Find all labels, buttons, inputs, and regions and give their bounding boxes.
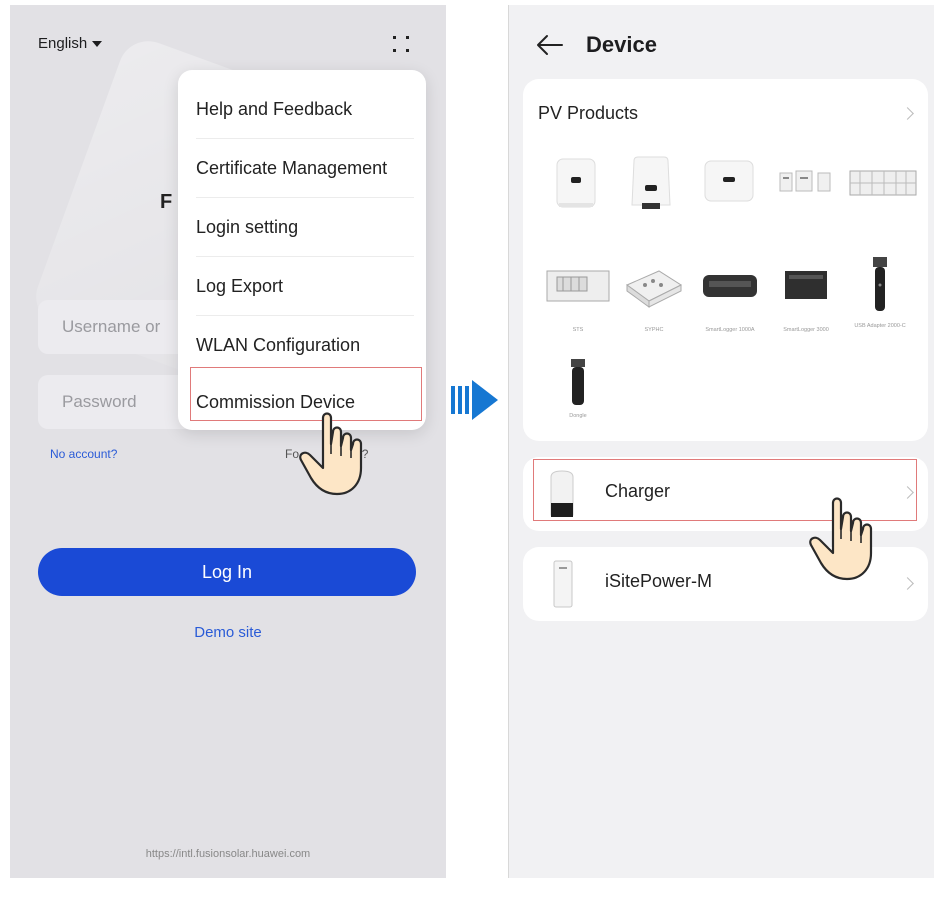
usb-adapter-icon [873, 257, 887, 311]
no-account-link[interactable]: No account? [50, 447, 117, 461]
smartlogger-icon [785, 271, 827, 299]
product-inverter-1[interactable] [551, 155, 621, 235]
menu-item-certificate-management[interactable]: Certificate Management [196, 139, 416, 197]
product-inverter-2[interactable] [626, 155, 696, 235]
demo-site-link[interactable]: Demo site [10, 624, 446, 641]
product-inverter-3[interactable] [701, 155, 771, 235]
row-label: iSitePower-M [605, 571, 713, 591]
login-button[interactable]: Log In [38, 548, 416, 596]
product-dongle[interactable]: Dongle [543, 355, 613, 435]
product-label: Dongle [569, 413, 587, 419]
app-title: F [160, 191, 173, 213]
back-arrow-icon[interactable] [535, 33, 565, 57]
cabinet-icon [849, 170, 917, 196]
chevron-right-icon[interactable] [901, 107, 914, 120]
pv-products-title: PV Products [538, 103, 639, 123]
scan-icon[interactable] [392, 35, 410, 53]
menu-item-label: Help and Feedback [196, 98, 353, 119]
device-screen: Device PV Products STS SYPHC SmartLogger… [508, 5, 934, 878]
page-title: Device [586, 32, 657, 57]
product-label: SYPHC [644, 327, 664, 333]
language-selector[interactable]: English [38, 35, 103, 52]
product-smartlogger-1000a[interactable]: SmartLogger 1000A [695, 261, 765, 341]
menu-item-label: Log Export [196, 275, 284, 296]
login-screen: English F Username or Password No accoun… [10, 5, 446, 878]
dongle-icon [571, 359, 585, 405]
optimizer-icon [779, 170, 831, 192]
isitepower-icon [553, 560, 573, 608]
menu-item-label: Certificate Management [196, 157, 388, 178]
language-label: English [38, 35, 88, 52]
inverter-icon [704, 160, 754, 202]
product-sts[interactable]: STS [543, 261, 613, 341]
pv-products-card: PV Products STS SYPHC SmartLogger 1000A … [523, 79, 928, 441]
product-battery-cabinet[interactable] [848, 155, 918, 235]
menu-item-help-feedback[interactable]: Help and Feedback [196, 80, 416, 138]
inverter-icon [556, 158, 596, 208]
caret-down-icon [92, 40, 103, 47]
username-placeholder: Username or [62, 317, 161, 336]
menu-item-label: Login setting [196, 216, 299, 237]
product-usb-adapter[interactable]: USB Adapter 2000-C [845, 255, 915, 335]
overflow-menu: Help and Feedback Certificate Management… [178, 70, 426, 430]
transition-arrow-icon [451, 380, 498, 420]
sts-icon [546, 270, 610, 302]
product-label: USB Adapter 2000-C [854, 323, 906, 329]
hand-pointer-icon [299, 412, 363, 496]
product-label: SmartLogger 1000A [705, 327, 755, 333]
menu-item-log-export[interactable]: Log Export [196, 257, 416, 315]
password-placeholder: Password [62, 392, 137, 411]
product-smartlogger-3000[interactable]: SmartLogger 3000 [771, 261, 841, 341]
product-optimizer[interactable] [776, 155, 846, 235]
smartlogger-icon [703, 275, 757, 297]
server-url: https://intl.fusionsolar.huawei.com [145, 848, 311, 860]
syphc-icon [626, 270, 683, 308]
menu-item-wlan-configuration[interactable]: WLAN Configuration [196, 316, 416, 374]
product-syphc[interactable]: SYPHC [619, 261, 689, 341]
product-label: SmartLogger 3000 [783, 327, 829, 333]
chevron-right-icon [901, 577, 914, 590]
menu-item-label: WLAN Configuration [196, 334, 361, 355]
menu-item-login-setting[interactable]: Login setting [196, 198, 416, 256]
hand-pointer-icon [809, 497, 873, 581]
inverter-icon [631, 156, 671, 209]
product-label: STS [572, 327, 584, 333]
